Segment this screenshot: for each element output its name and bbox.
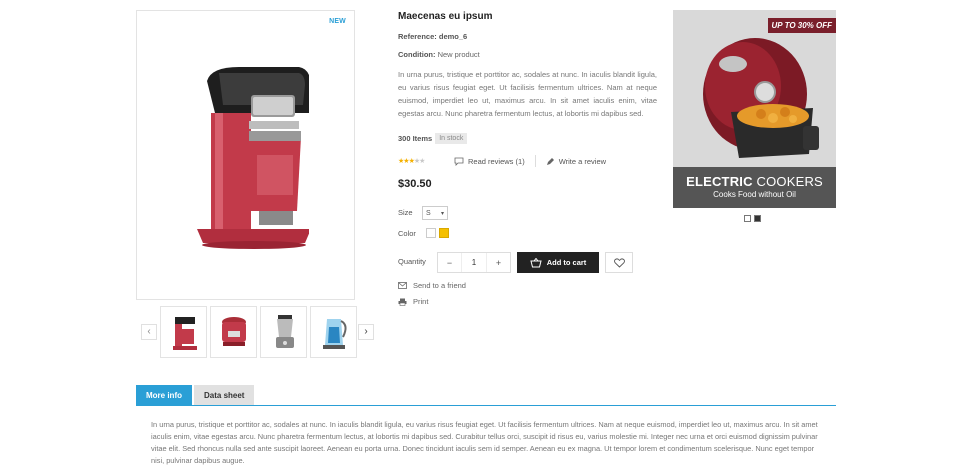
banner-caption: ELECTRIC COOKERS Cooks Food without Oil	[673, 167, 836, 208]
banner-dot-2-active[interactable]	[754, 215, 761, 222]
reference-label: Reference:	[398, 32, 437, 41]
printer-icon	[398, 298, 407, 306]
size-select[interactable]: S ▾	[422, 206, 448, 220]
banner-title-bold: ELECTRIC	[686, 174, 753, 189]
product-price: $30.50	[398, 178, 432, 190]
condition-label: Condition:	[398, 50, 436, 59]
add-to-cart-button[interactable]: Add to cart	[517, 252, 599, 273]
reference-value: demo_6	[438, 32, 468, 41]
thumbnail-blender[interactable]	[260, 306, 307, 358]
color-swatch-yellow[interactable]	[439, 228, 449, 238]
wishlist-button[interactable]	[605, 252, 633, 273]
tab-data-sheet[interactable]: Data sheet	[194, 385, 255, 406]
main-product-image[interactable]: NEW	[136, 10, 355, 300]
chevron-left-icon: ‹	[147, 326, 151, 337]
product-description: In urna purus, tristique et porttitor ac…	[398, 70, 657, 118]
size-label: Size	[398, 208, 413, 217]
color-label: Color	[398, 229, 416, 238]
new-badge: NEW	[329, 18, 346, 25]
banner-subtitle: Cooks Food without Oil	[713, 190, 796, 199]
read-reviews-link[interactable]: Read reviews (1)	[454, 157, 525, 166]
items-count: 300 Items	[398, 134, 433, 143]
read-reviews-label: Read reviews (1)	[468, 156, 525, 166]
blender-thumbnail-image	[276, 315, 294, 348]
tab-content-text: In urna purus, tristique et porttitor ac…	[151, 420, 818, 465]
tab-more-info[interactable]: More info	[136, 385, 192, 406]
write-review-link[interactable]: Write a review	[546, 157, 606, 166]
promo-banner[interactable]: UP TO 30% OFF ELECTRIC COOKERS Cooks Foo…	[673, 10, 836, 208]
tab-underline	[136, 405, 836, 406]
kettle-thumbnail-image	[323, 319, 347, 349]
quantity-stepper: − 1 +	[437, 252, 511, 273]
product-reference: Reference: demo_6	[398, 32, 467, 41]
availability-row: 300 Items In stock	[398, 133, 468, 144]
chevron-right-icon: ›	[364, 326, 368, 337]
add-to-cart-label: Add to cart	[546, 258, 587, 267]
banner-title: ELECTRIC COOKERS	[673, 174, 836, 189]
rating-stars: ★★★★★	[398, 157, 434, 165]
product-tabs: More info Data sheet	[136, 385, 255, 406]
air-fryer-image	[703, 38, 819, 158]
divider	[534, 155, 536, 167]
basket-icon	[530, 257, 542, 267]
coffee-maker-image	[197, 67, 309, 249]
size-value: S	[426, 209, 431, 217]
banner-dot-1[interactable]	[744, 215, 751, 222]
quantity-label: Quantity	[398, 257, 426, 266]
send-to-friend-link[interactable]: Send to a friend	[398, 281, 466, 290]
stock-badge: In stock	[435, 133, 468, 144]
envelope-icon	[398, 282, 407, 289]
condition-value: New product	[437, 50, 480, 59]
rice-cooker-thumbnail-image	[222, 317, 246, 346]
thumbnail-coffee-maker[interactable]	[160, 306, 207, 358]
banner-title-light: COOKERS	[756, 174, 823, 189]
thumbnail-next-button[interactable]: ›	[358, 324, 374, 340]
send-to-friend-label: Send to a friend	[413, 281, 466, 290]
thumbnail-kettle[interactable]	[310, 306, 357, 358]
comment-icon	[454, 157, 464, 166]
product-condition: Condition: New product	[398, 50, 480, 59]
chevron-down-icon: ▾	[440, 210, 444, 217]
color-swatch-white[interactable]	[426, 228, 436, 238]
heart-icon	[613, 257, 625, 268]
product-title: Maecenas eu ipsum	[398, 11, 493, 22]
quantity-plus-button[interactable]: +	[487, 253, 510, 272]
write-review-label: Write a review	[558, 156, 607, 166]
star-empty-icon: ★	[419, 158, 425, 165]
coffee-maker-thumbnail-image	[173, 317, 197, 350]
quantity-minus-button[interactable]: −	[438, 253, 461, 272]
thumbnail-prev-button[interactable]: ‹	[141, 324, 157, 340]
print-label: Print	[413, 297, 429, 306]
rating-row: ★★★★★ Read reviews (1) Write a review	[398, 155, 606, 167]
quantity-input[interactable]: 1	[461, 253, 487, 272]
print-link[interactable]: Print	[398, 297, 428, 306]
thumbnail-rice-cooker[interactable]	[210, 306, 257, 358]
pencil-icon	[546, 157, 554, 165]
